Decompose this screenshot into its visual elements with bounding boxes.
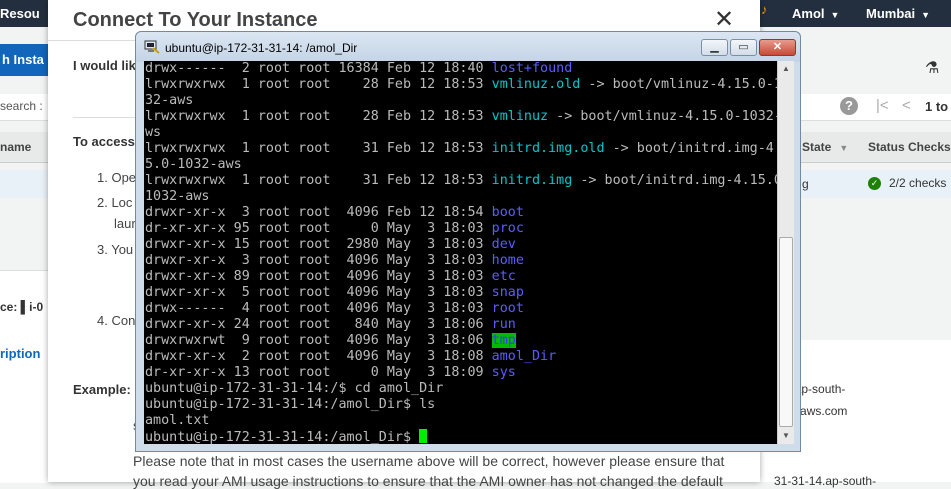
search-label[interactable]: search :: [0, 99, 43, 113]
step-2-continued: laur: [114, 216, 136, 231]
putty-title: ubuntu@ip-172-31-31-14: /amol_Dir: [165, 41, 358, 55]
terminal-line: lrwxrwxrwx 1 root root 28 Feb 12 18:53 v…: [145, 77, 777, 92]
terminal-cursor: [419, 429, 428, 443]
terminal-line: dr-xr-xr-x 95 root root 0 May 3 18:03 pr…: [145, 221, 524, 236]
terminal-line: lrwxrwxrwx 1 root root 31 Feb 12 18:53 i…: [145, 141, 777, 156]
terminal-prompt-line[interactable]: ubuntu@ip-172-31-31-14:/amol_Dir$: [145, 429, 428, 444]
terminal-line: drwxr-xr-x 24 root root 840 May 3 18:06 …: [145, 317, 516, 332]
nav-region-menu[interactable]: Mumbai ▼: [866, 6, 930, 21]
scrollbar-thumb[interactable]: [779, 237, 793, 427]
step-3: 3. You: [97, 242, 134, 257]
terminal-line: drwxr-xr-x 3 root root 4096 May 3 18:03 …: [145, 253, 524, 268]
terminal-line: ubuntu@ip-172-31-31-14:/amol_Dir$ ls: [145, 397, 436, 412]
close-icon[interactable]: ✕: [714, 8, 734, 32]
terminal-line: 32-aws: [145, 93, 194, 108]
private-dns-fragment: 31-31-14.ap-south-: [774, 474, 877, 488]
username-note-line-1: Please note that in most cases the usern…: [133, 453, 725, 469]
terminal-line: lrwxrwxrwx 1 root root 31 Feb 12 18:53 i…: [145, 173, 777, 188]
terminal-line: drwx------ 2 root root 16384 Feb 12 18:4…: [145, 61, 573, 76]
access-heading: To access: [73, 134, 135, 149]
column-name[interactable]: name: [0, 140, 31, 154]
modal-title: Connect To Your Instance: [73, 9, 318, 31]
launch-instance-button[interactable]: h Insta: [0, 44, 50, 76]
first-page-icon[interactable]: |<: [876, 97, 889, 114]
putty-app-icon[interactable]: [144, 40, 160, 54]
row-state-value: g: [802, 177, 809, 191]
example-heading: Example:: [73, 382, 131, 397]
window-close-button[interactable]: ✕: [759, 39, 796, 56]
step-1: 1. Ope: [97, 170, 137, 185]
column-state[interactable]: State ▼: [802, 140, 848, 154]
help-icon[interactable]: ?: [840, 97, 858, 115]
bell-icon[interactable]: ♪: [761, 2, 768, 17]
maximize-button[interactable]: ▭: [730, 39, 757, 56]
nav-region-label: Mumbai: [866, 6, 916, 21]
terminal-line: lrwxrwxrwx 1 root root 28 Feb 12 18:53 v…: [145, 109, 777, 124]
terminal-line: ws: [145, 125, 162, 140]
terminal-line: 5.0-1032-aws: [145, 157, 242, 172]
scroll-up-icon[interactable]: ▲: [778, 61, 794, 77]
terminal-line: drwxr-xr-x 2 root root 4096 May 3 18:08 …: [145, 349, 557, 364]
flask-icon[interactable]: ⚗: [925, 58, 939, 78]
terminal-line: ubuntu@ip-172-31-31-14:/$ cd amol_Dir: [145, 381, 444, 396]
terminal-line: drwxr-xr-x 3 root root 4096 Feb 12 18:54…: [145, 205, 524, 220]
terminal-line: drwxr-xr-x 5 root root 4096 May 3 18:03 …: [145, 285, 524, 300]
username-note-line-2: you read your AMI usage instructions to …: [133, 473, 723, 489]
terminal-line: drwxr-xr-x 15 root root 2980 May 3 18:03…: [145, 237, 516, 252]
previous-page-icon[interactable]: <: [902, 97, 911, 114]
putty-titlebar[interactable]: ubuntu@ip-172-31-31-14: /amol_Dir ▁ ▭ ✕: [136, 32, 800, 62]
instance-id-label: ce: ▌i-0: [0, 300, 44, 314]
column-status-checks[interactable]: Status Checks: [868, 140, 951, 154]
nav-user-label: Amol: [792, 6, 825, 21]
nav-resources-fragment[interactable]: Resou: [0, 6, 40, 21]
terminal-line: dr-xr-xr-x 13 root root 0 May 3 18:09 sy…: [145, 365, 516, 380]
check-circle-icon: ✓: [868, 177, 881, 190]
terminal-scrollbar[interactable]: ▲ ▼: [777, 61, 794, 444]
terminal-line: 1032-aws: [145, 189, 210, 204]
tab-description[interactable]: ription: [0, 346, 40, 361]
putty-window[interactable]: ubuntu@ip-172-31-31-14: /amol_Dir ▁ ▭ ✕ …: [135, 31, 801, 452]
sort-caret-icon: ▼: [839, 143, 849, 153]
row-status-checks: 2/2 checks: [889, 176, 947, 190]
terminal-line: drwx------ 4 root root 4096 May 3 18:03 …: [145, 301, 524, 316]
chevron-down-icon: ▼: [830, 10, 840, 20]
modal-intro-text: I would lik: [73, 58, 136, 73]
terminal-line: amol.txt: [145, 413, 210, 428]
terminal-line: drwxr-xr-x 89 root root 4096 May 3 18:03…: [145, 269, 516, 284]
chevron-down-icon: ▼: [921, 10, 931, 20]
nav-user-menu[interactable]: Amol ▼: [792, 6, 839, 21]
terminal-screen[interactable]: drwx------ 2 root root 16384 Feb 12 18:4…: [144, 61, 777, 444]
step-2: 2. Loc: [97, 195, 133, 210]
column-state-label: State: [802, 140, 832, 154]
pagination-text: 1 to: [925, 99, 949, 114]
step-4: 4. Con: [97, 313, 136, 328]
minimize-button[interactable]: ▁: [701, 39, 728, 56]
terminal-line: drwxrwxrwt 9 root root 4096 May 3 18:06 …: [145, 333, 516, 348]
scroll-down-icon[interactable]: ▼: [778, 428, 794, 444]
